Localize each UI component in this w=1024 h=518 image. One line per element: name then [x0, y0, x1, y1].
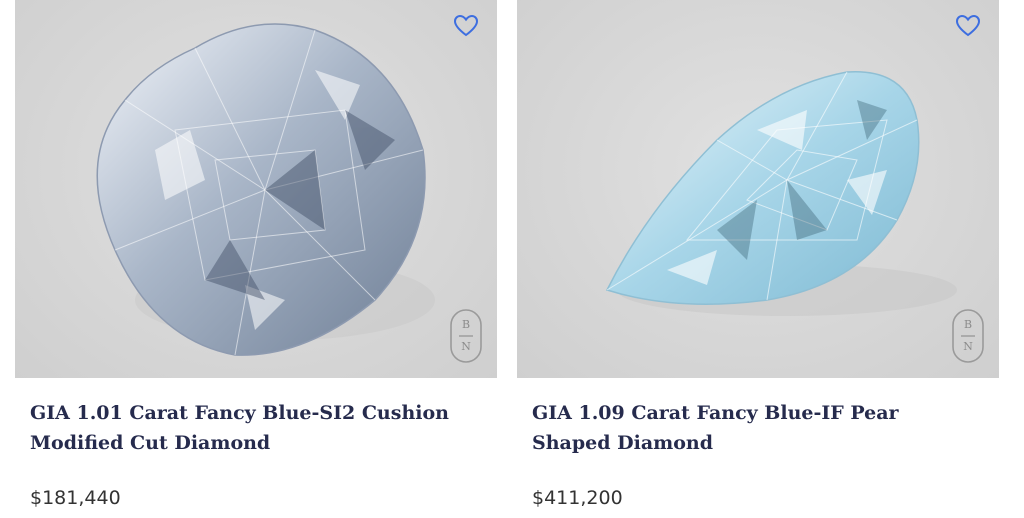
product-image[interactable]: B N [15, 0, 497, 378]
product-price: $411,200 [532, 487, 623, 509]
product-card[interactable]: B N GIA 1.09 Carat Fancy Blue-IF Pear Sh… [517, 0, 999, 518]
heart-icon[interactable] [453, 14, 479, 38]
product-title-link[interactable]: GIA 1.01 Carat Fancy Blue-SI2 Cushion Mo… [30, 398, 480, 458]
brand-badge-icon: B N [449, 308, 483, 364]
badge-letter-bottom: N [963, 340, 973, 353]
pear-diamond-image [605, 70, 957, 316]
badge-letter-top: B [963, 318, 973, 331]
brand-badge-icon: B N [951, 308, 985, 364]
cushion-diamond-image [96, 23, 435, 356]
product-card[interactable]: B N GIA 1.01 Carat Fancy Blue-SI2 Cushio… [15, 0, 497, 518]
product-title-link[interactable]: GIA 1.09 Carat Fancy Blue-IF Pear Shaped… [532, 398, 982, 458]
product-image[interactable]: B N [517, 0, 999, 378]
badge-letter-top: B [461, 318, 471, 331]
product-price: $181,440 [30, 487, 121, 509]
heart-icon[interactable] [955, 14, 981, 38]
badge-letter-bottom: N [461, 340, 471, 353]
